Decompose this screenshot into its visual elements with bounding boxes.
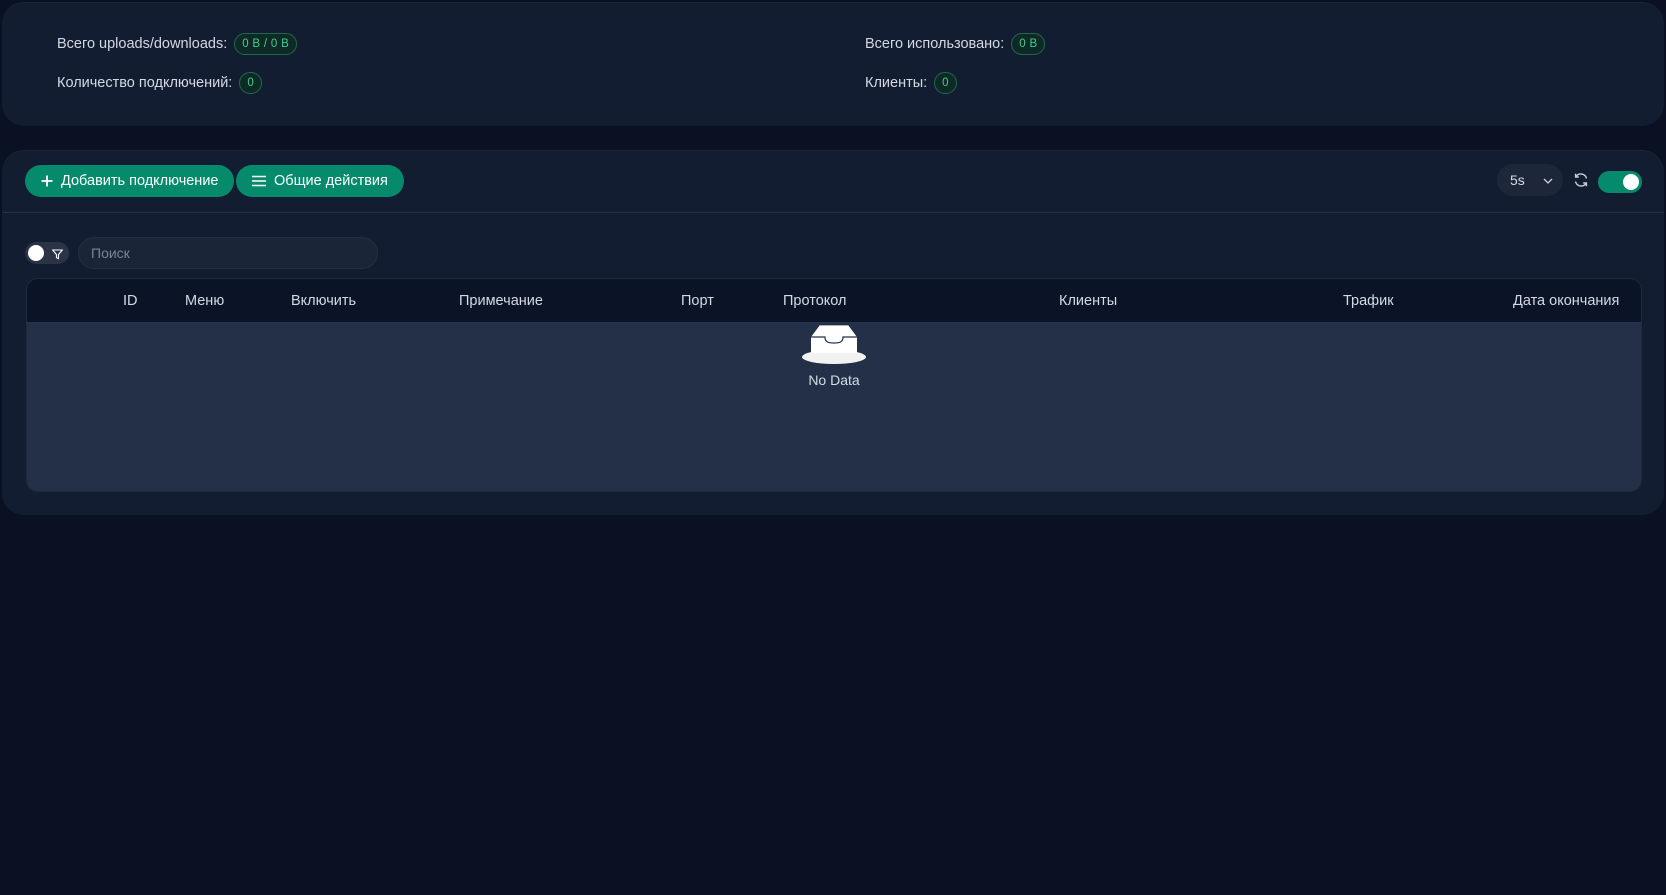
column-header-traffic: Трафик (1343, 293, 1394, 309)
add-inbound-button[interactable]: Добавить подключение (25, 165, 235, 197)
stat-total-updown-label: Всего uploads/downloads: (57, 36, 228, 52)
menu-icon (252, 175, 266, 187)
column-header-clients: Клиенты (1059, 293, 1118, 309)
stat-total-used-label: Всего использовано: (865, 36, 1005, 52)
empty-inbox-icon (802, 323, 866, 364)
column-header-id[interactable]: ID (123, 293, 138, 309)
stat-clients-value: 0 (934, 72, 957, 94)
stat-total-updown-value: 0 B / 0 B (234, 33, 298, 55)
column-header-menu: Меню (185, 293, 225, 309)
column-header-protocol: Протокол (783, 293, 847, 309)
stat-total-updown: Всего uploads/downloads: 0 B / 0 B (57, 33, 298, 55)
switch-knob (28, 245, 44, 261)
inbounds-card: Добавить подключение Общие действия 5s П… (2, 150, 1664, 515)
stats-card: Всего uploads/downloads: 0 B / 0 B Всего… (2, 2, 1664, 126)
inbounds-table: ID Меню Включить Примечание Порт Протоко… (26, 278, 1642, 492)
search-input[interactable] (78, 237, 378, 269)
table-header: ID Меню Включить Примечание Порт Протоко… (27, 279, 1641, 323)
auto-refresh-switch[interactable] (1598, 171, 1642, 193)
add-inbound-label: Добавить подключение (61, 173, 219, 189)
switch-knob (1623, 174, 1639, 190)
chevron-down-icon (1543, 173, 1553, 189)
toolbar-divider (2, 212, 1664, 213)
filter-toggle-switch[interactable] (25, 242, 69, 264)
empty-state: No Data (802, 323, 866, 388)
stat-connections: Количество подключений: 0 (57, 72, 263, 94)
general-actions-label: Общие действия (274, 173, 388, 189)
column-header-expiry: Дата окончания (1513, 293, 1620, 309)
stat-total-used: Всего использовано: 0 B (865, 33, 1046, 55)
stat-connections-value: 0 (239, 72, 263, 94)
empty-text: No Data (808, 372, 860, 388)
column-header-port: Порт (681, 293, 714, 309)
stat-connections-label: Количество подключений: (57, 75, 233, 91)
refresh-interval-select[interactable]: 5s (1497, 164, 1563, 196)
refresh-interval-value: 5s (1510, 172, 1525, 188)
stat-total-used-value: 0 B (1011, 33, 1046, 55)
stat-clients-label: Клиенты: (865, 75, 928, 91)
stat-clients: Клиенты: 0 (865, 72, 957, 94)
plus-icon (41, 175, 53, 187)
refresh-icon[interactable] (1573, 172, 1589, 193)
column-header-remark: Примечание (459, 293, 543, 309)
general-actions-button[interactable]: Общие действия (236, 165, 404, 197)
column-header-enable: Включить (291, 293, 357, 309)
filter-icon (51, 247, 64, 265)
